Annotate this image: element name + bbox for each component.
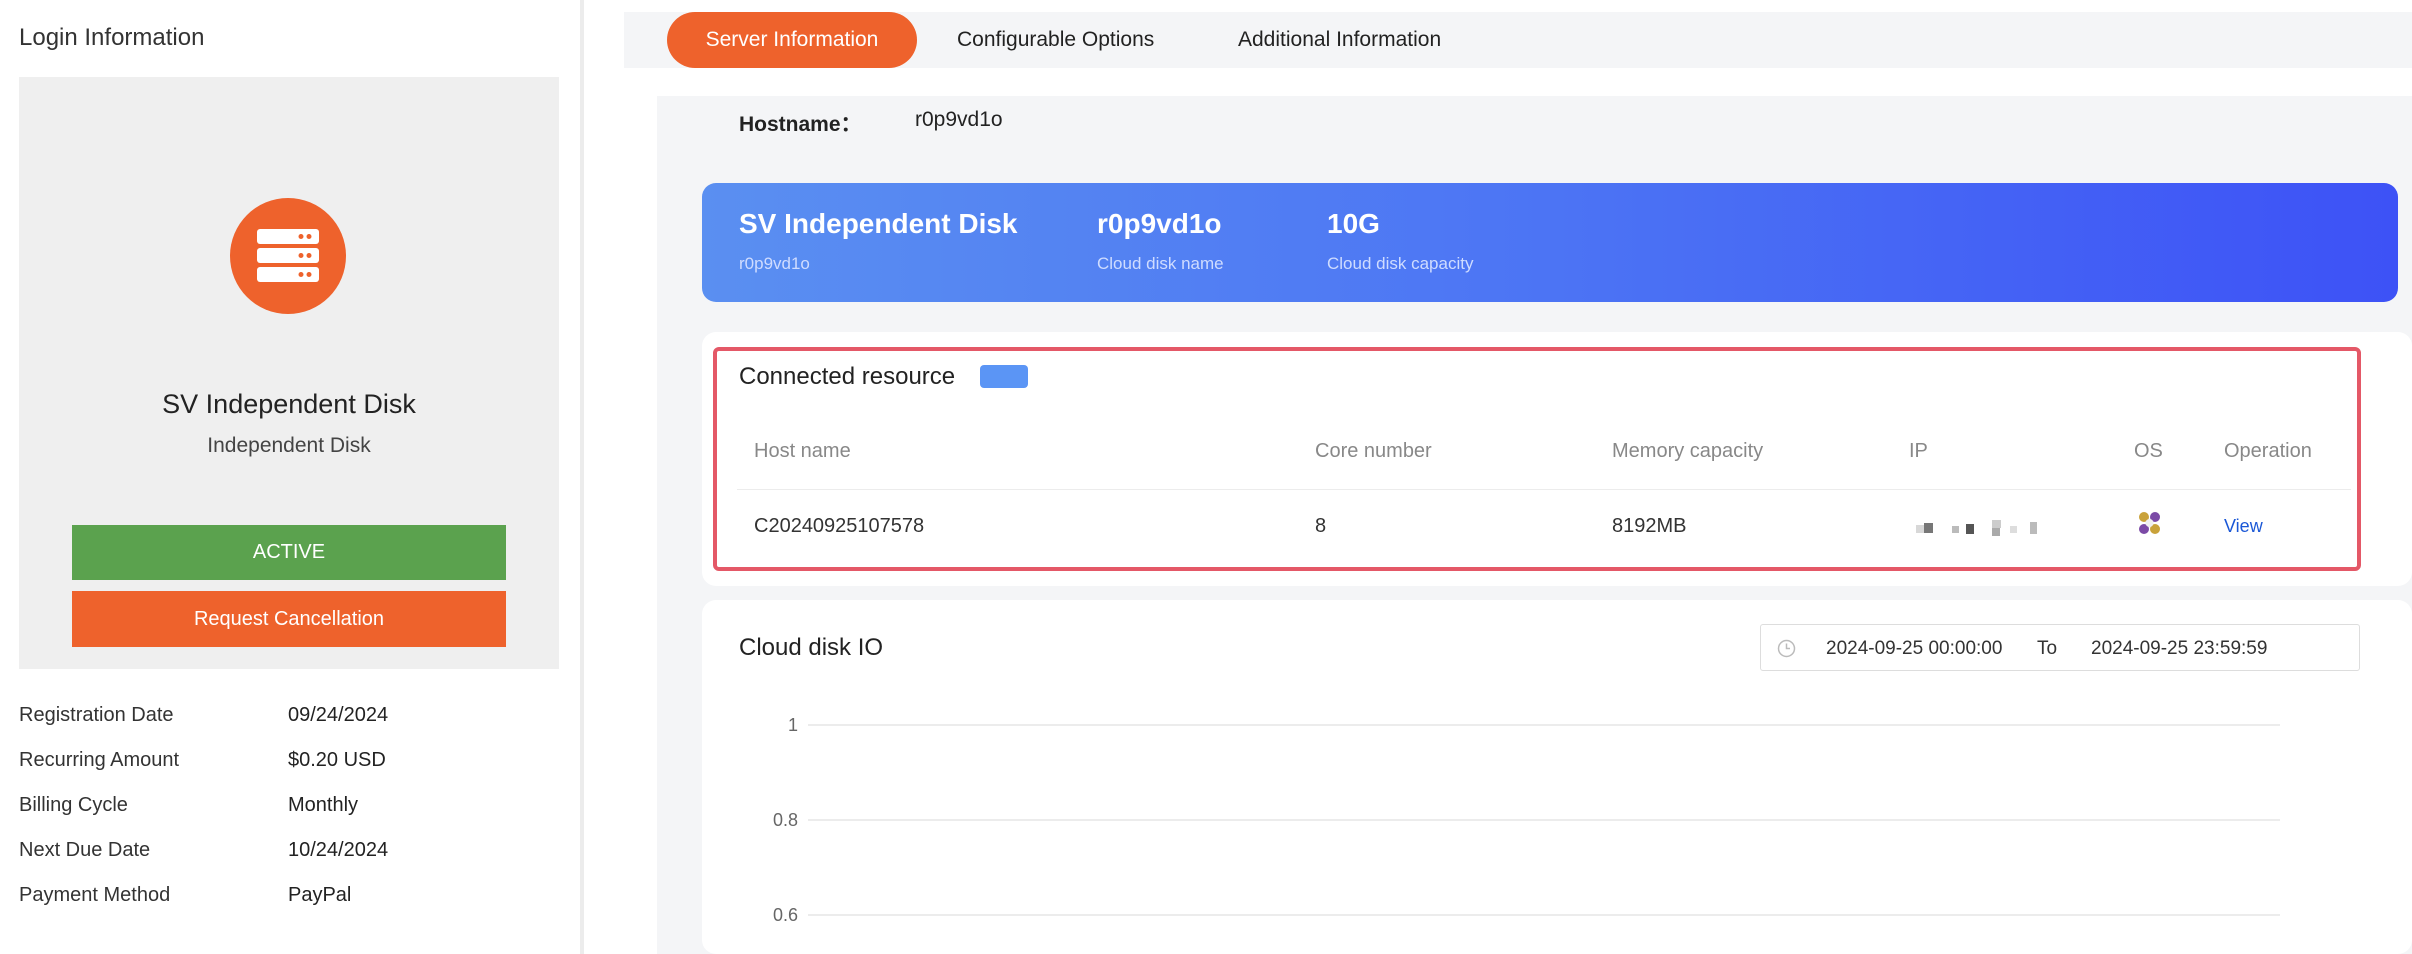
clock-icon bbox=[1777, 639, 1796, 658]
status-badge: ACTIVE bbox=[72, 525, 506, 580]
request-cancellation-button[interactable]: Request Cancellation bbox=[72, 591, 506, 647]
connected-resource-card bbox=[702, 332, 2412, 586]
y-tick-label: 1 bbox=[788, 715, 798, 735]
date-to-label: To bbox=[2037, 638, 2058, 659]
banner-disk-capacity: 10G Cloud disk capacity bbox=[1327, 208, 1473, 274]
billing-row: Payment Method PayPal bbox=[19, 880, 559, 925]
billing-key: Next Due Date bbox=[19, 839, 151, 861]
hostname-label: Hostname： bbox=[739, 113, 862, 136]
product-name: SV Independent Disk bbox=[162, 389, 416, 419]
billing-value: 09/24/2024 bbox=[288, 704, 389, 726]
product-card: SV Independent Disk Independent Disk ACT… bbox=[19, 77, 559, 669]
date-range-picker[interactable]: 2024-09-25 00:00:00 To 2024-09-25 23:59:… bbox=[1760, 624, 2360, 671]
sidebar-title: Login Information bbox=[19, 24, 205, 51]
cloud-io-title: Cloud disk IO bbox=[739, 634, 884, 661]
y-tick-label: 0.8 bbox=[773, 810, 798, 830]
banner-disk-name-label: Cloud disk name bbox=[1097, 254, 1224, 273]
banner-product-name: SV Independent Disk bbox=[739, 208, 1018, 239]
billing-row: Registration Date 09/24/2024 bbox=[19, 700, 559, 745]
tab-server-information[interactable]: Server Information bbox=[667, 12, 917, 68]
billing-value: PayPal bbox=[288, 884, 352, 906]
date-from[interactable]: 2024-09-25 00:00:00 bbox=[1826, 638, 2002, 660]
billing-key: Recurring Amount bbox=[19, 749, 180, 771]
sidebar: Login Information SV Independent Disk In… bbox=[0, 0, 584, 954]
billing-row: Recurring Amount $0.20 USD bbox=[19, 745, 559, 790]
banner-disk-name-value: r0p9vd1o bbox=[1097, 208, 1222, 239]
billing-details: Registration Date 09/24/2024 Recurring A… bbox=[19, 700, 559, 925]
billing-value: Monthly bbox=[288, 794, 359, 816]
banner-capacity-value: 10G bbox=[1327, 208, 1380, 239]
hostname-row: Hostname： r0p9vd1o bbox=[739, 108, 1003, 138]
billing-key: Registration Date bbox=[19, 704, 174, 726]
product-type: Independent Disk bbox=[207, 434, 371, 457]
billing-key: Billing Cycle bbox=[19, 794, 128, 816]
tab-bar: Server Information Configurable Options … bbox=[624, 12, 2412, 68]
banner-product-sub: r0p9vd1o bbox=[739, 254, 810, 273]
banner-product: SV Independent Disk r0p9vd1o bbox=[739, 208, 1018, 274]
billing-row: Billing Cycle Monthly bbox=[19, 790, 559, 835]
tab-configurable-options[interactable]: Configurable Options bbox=[957, 12, 1154, 68]
disk-banner: SV Independent Disk r0p9vd1o r0p9vd1o Cl… bbox=[702, 183, 2398, 302]
billing-row: Next Due Date 10/24/2024 bbox=[19, 835, 559, 880]
server-icon bbox=[230, 198, 346, 314]
billing-key: Payment Method bbox=[19, 884, 171, 906]
date-to[interactable]: 2024-09-25 23:59:59 bbox=[2091, 638, 2267, 660]
cloud-io-chart: 1 0.8 0.6 bbox=[773, 715, 2280, 925]
view-link[interactable]: View bbox=[2224, 516, 2263, 537]
billing-value: 10/24/2024 bbox=[288, 839, 389, 861]
banner-capacity-label: Cloud disk capacity bbox=[1327, 254, 1474, 273]
banner-disk-name: r0p9vd1o Cloud disk name bbox=[1097, 208, 1224, 274]
y-tick-label: 0.6 bbox=[773, 905, 798, 925]
tab-additional-information[interactable]: Additional Information bbox=[1238, 12, 1441, 68]
billing-value: $0.20 USD bbox=[288, 749, 386, 771]
hostname-value: r0p9vd1o bbox=[915, 108, 1003, 131]
